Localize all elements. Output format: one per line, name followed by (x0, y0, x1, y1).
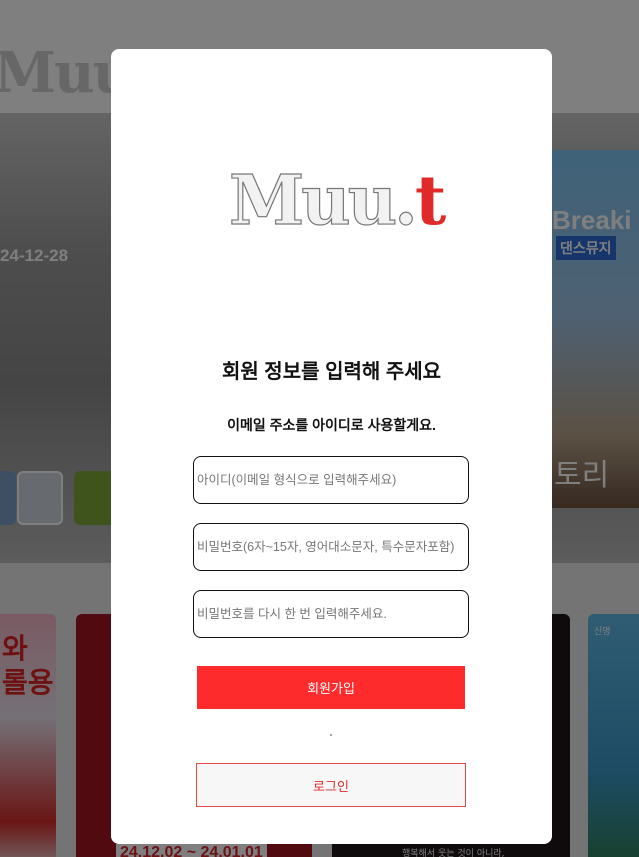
logo-accent-letter: t (414, 161, 446, 241)
email-id-input[interactable] (193, 456, 469, 504)
logo-text: Muu. (228, 160, 418, 241)
signup-title: 회원 정보를 입력해 주세요 (221, 361, 442, 383)
signup-modal: Muu.t 회원 정보를 입력해 주세요 이메일 주소를 아이디로 사용할게요.… (111, 49, 552, 844)
password-confirm-input[interactable] (193, 590, 469, 638)
signup-button[interactable]: 회원가입 (197, 666, 465, 709)
separator-dot (330, 734, 332, 736)
login-button[interactable]: 로그인 (196, 763, 466, 807)
muut-logo: Muu.t (228, 160, 446, 241)
password-input[interactable] (193, 523, 469, 571)
signup-subtitle: 이메일 주소를 아이디로 사용할게요. (227, 417, 436, 433)
